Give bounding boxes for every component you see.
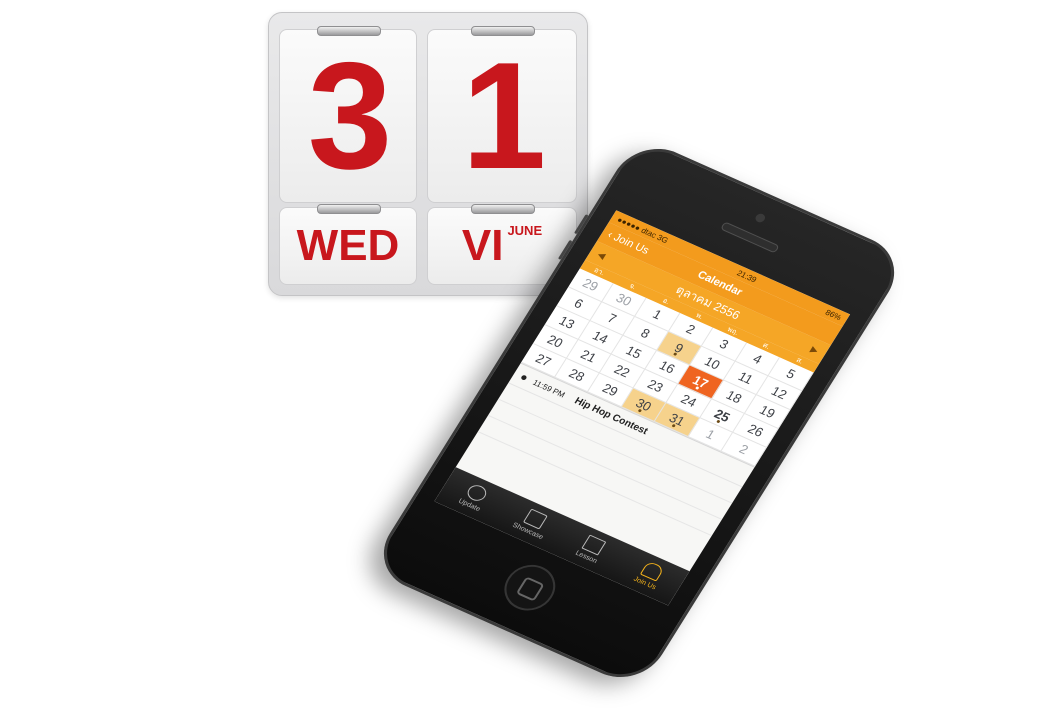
day-number: 21 (577, 346, 600, 366)
day-number: 4 (750, 351, 765, 367)
phone-screen: ●●●●● dtac 3G 21:39 86% ‹ Join Us Calend… (434, 210, 851, 606)
day-number: 23 (644, 376, 667, 396)
earpiece-speaker (720, 221, 780, 254)
day-number: 14 (589, 327, 611, 347)
day-number: 2 (736, 441, 752, 458)
day-number: 1 (703, 426, 718, 443)
day-number: 17 (689, 372, 712, 392)
smartphone: ●●●●● dtac 3G 21:39 86% ‹ Join Us Calend… (367, 135, 911, 691)
day-number: 24 (678, 391, 700, 411)
volume-down-button[interactable] (557, 239, 573, 260)
day-number: 2 (683, 321, 699, 338)
bullet-icon (520, 374, 528, 381)
day-number: 26 (744, 421, 767, 440)
day-number: 13 (556, 312, 578, 332)
day-number: 5 (783, 366, 799, 382)
day-number: 30 (632, 395, 655, 415)
day-number: 11 (735, 368, 756, 388)
day-number: 25 (711, 406, 733, 425)
day-number: 8 (638, 325, 653, 342)
day-number: 29 (599, 380, 621, 400)
day-number: 30 (613, 290, 635, 309)
front-camera (753, 212, 767, 224)
home-button[interactable] (495, 557, 565, 619)
day-number: 1 (649, 306, 665, 323)
day-number: 3 (716, 336, 732, 353)
day-number: 18 (723, 387, 745, 407)
day-number: 28 (566, 365, 588, 385)
day-number: 6 (571, 295, 587, 312)
day-number: 29 (579, 275, 602, 295)
card-ring (317, 26, 381, 36)
day-number: 27 (532, 350, 555, 370)
card-ring (471, 26, 535, 36)
day-number: 7 (604, 310, 620, 327)
next-month-icon[interactable]: ▶ (808, 344, 821, 356)
day-number: 19 (756, 402, 779, 421)
phone-scene: ●●●●● dtac 3G 21:39 86% ‹ Join Us Calend… (340, 120, 940, 691)
volume-up-button[interactable] (573, 214, 589, 235)
day-number: 15 (623, 342, 645, 362)
prev-month-icon[interactable]: ◀ (595, 249, 608, 261)
day-number: 16 (656, 357, 678, 377)
day-number: 10 (701, 353, 723, 373)
day-number: 31 (666, 410, 688, 429)
day-number: 20 (544, 331, 566, 351)
day-number: 12 (768, 383, 790, 403)
day-number: 22 (611, 361, 633, 381)
